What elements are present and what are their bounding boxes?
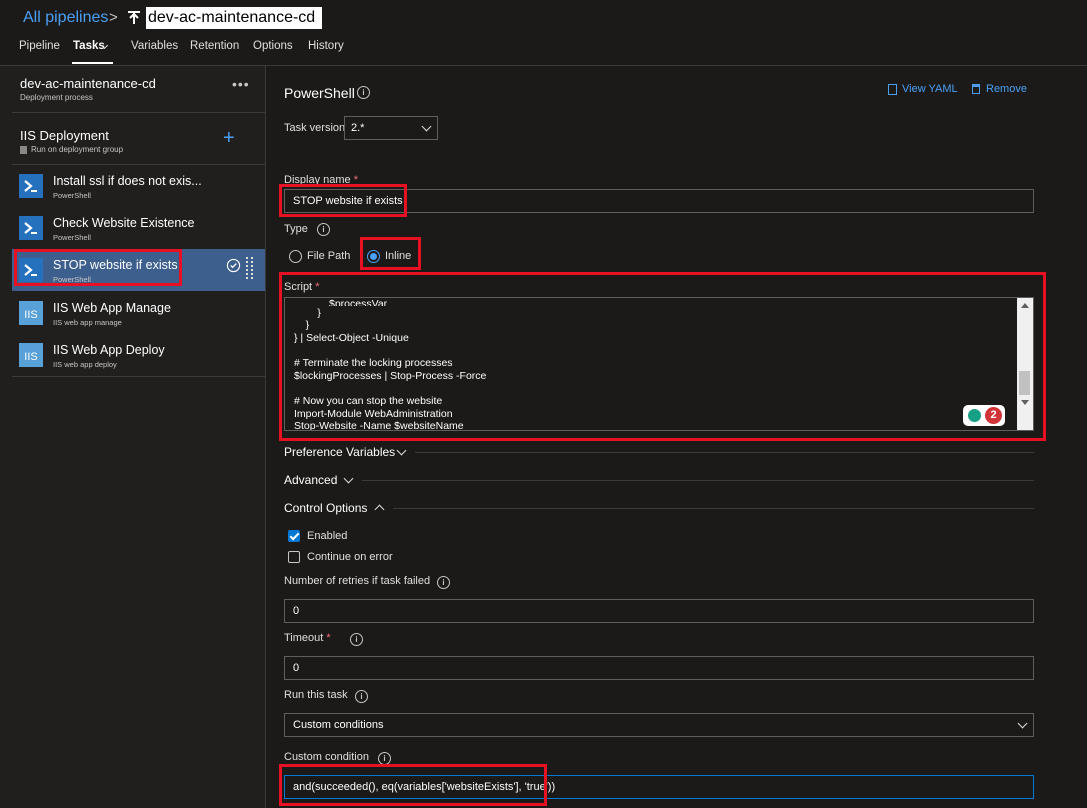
process-subtitle: Deployment process	[20, 93, 93, 102]
tab-options[interactable]: Options	[253, 40, 293, 52]
task-title: IIS Web App Deploy	[53, 343, 165, 357]
task-item-check-website[interactable]: Check Website Existence PowerShell	[12, 207, 265, 249]
highlight-box	[360, 237, 421, 270]
chevron-down-icon[interactable]	[396, 445, 407, 456]
breadcrumb-separator: >	[109, 9, 118, 26]
active-tab-indicator	[72, 62, 113, 64]
task-version-label: Task version	[284, 122, 346, 134]
info-icon[interactable]: i	[317, 223, 330, 236]
section-divider	[393, 508, 1034, 509]
enabled-checkbox[interactable]	[288, 530, 300, 542]
info-icon[interactable]: i	[437, 576, 450, 589]
server-icon	[20, 145, 27, 154]
task-subtitle: PowerShell	[53, 191, 91, 200]
tab-retention[interactable]: Retention	[190, 40, 239, 52]
continue-on-error-checkbox[interactable]	[288, 551, 300, 563]
run-this-task-select[interactable]: Custom conditions	[284, 713, 1034, 737]
powershell-icon	[19, 216, 43, 240]
type-file-path-radio[interactable]	[289, 250, 302, 263]
run-this-task-label: Run this task	[284, 689, 348, 701]
process-title[interactable]: dev-ac-maintenance-cd	[20, 76, 156, 91]
task-subtitle: PowerShell	[53, 233, 91, 242]
breadcrumb-all-pipelines[interactable]: All pipelines	[23, 9, 108, 27]
section-divider	[415, 452, 1034, 453]
checkmark-circle-icon	[226, 258, 241, 273]
control-options-section[interactable]: Control Options	[284, 501, 367, 515]
svg-text:IIS: IIS	[24, 309, 37, 321]
task-title: Install ssl if does not exis...	[53, 174, 202, 188]
pipeline-name-input[interactable]: dev-ac-maintenance-cd	[146, 7, 322, 29]
highlight-box	[14, 249, 182, 286]
advanced-section[interactable]: Advanced	[284, 473, 337, 487]
task-title: IIS Web App Manage	[53, 301, 171, 315]
tab-history[interactable]: History	[308, 40, 344, 52]
highlight-box	[279, 764, 547, 806]
pipeline-icon	[128, 11, 140, 24]
tab-variables[interactable]: Variables	[131, 40, 178, 52]
tab-tasks[interactable]: Tasks	[73, 40, 105, 52]
preference-variables-section[interactable]: Preference Variables	[284, 445, 395, 459]
yaml-icon	[888, 83, 897, 95]
phase-subtitle: Run on deployment group	[20, 145, 123, 154]
chevron-up-icon[interactable]	[374, 504, 385, 515]
divider	[12, 376, 265, 377]
task-subtitle: IIS web app deploy	[53, 360, 117, 369]
drag-handle-icon[interactable]	[246, 257, 254, 281]
iis-icon: IIS	[19, 301, 43, 325]
task-item-iis-manage[interactable]: IIS IIS Web App Manage IIS web app manag…	[12, 292, 265, 334]
task-title: Check Website Existence	[53, 216, 195, 230]
highlight-box	[279, 184, 407, 217]
retries-input[interactable]: 0	[284, 599, 1034, 623]
task-version-select[interactable]: 2.*	[344, 116, 438, 140]
add-task-button[interactable]: +	[223, 128, 235, 148]
enabled-label[interactable]: Enabled	[307, 530, 347, 542]
chevron-down-icon	[1017, 718, 1028, 729]
tab-pipeline[interactable]: Pipeline	[19, 40, 60, 52]
phase-title[interactable]: IIS Deployment	[20, 128, 109, 143]
retries-label: Number of retries if task failed	[284, 575, 431, 587]
task-item-iis-deploy[interactable]: IIS IIS Web App Deploy IIS web app deplo…	[12, 334, 265, 376]
type-file-path-label[interactable]: File Path	[307, 250, 350, 262]
divider	[12, 112, 265, 113]
iis-icon: IIS	[19, 343, 43, 367]
type-label: Type	[284, 223, 308, 235]
task-subtitle: IIS web app manage	[53, 318, 122, 327]
custom-condition-label: Custom condition	[284, 751, 369, 763]
timeout-label: Timeout *	[284, 632, 331, 644]
remove-button[interactable]: Remove	[972, 83, 1027, 95]
info-icon[interactable]: i	[357, 86, 370, 99]
timeout-input[interactable]: 0	[284, 656, 1034, 680]
svg-text:IIS: IIS	[24, 351, 37, 363]
chevron-down-icon	[421, 121, 432, 132]
highlight-box	[279, 272, 1046, 441]
section-divider	[362, 480, 1034, 481]
powershell-icon	[19, 174, 43, 198]
task-item-install-ssl[interactable]: Install ssl if does not exis... PowerShe…	[12, 165, 265, 207]
continue-on-error-label[interactable]: Continue on error	[307, 551, 393, 563]
chevron-down-icon[interactable]	[343, 473, 354, 484]
task-title-heading: PowerShell	[284, 85, 355, 101]
info-icon[interactable]: i	[355, 690, 368, 703]
more-options-icon[interactable]: •••	[232, 76, 250, 92]
trash-icon	[972, 84, 980, 95]
info-icon[interactable]: i	[350, 633, 363, 646]
view-yaml-button[interactable]: View YAML	[888, 83, 958, 95]
